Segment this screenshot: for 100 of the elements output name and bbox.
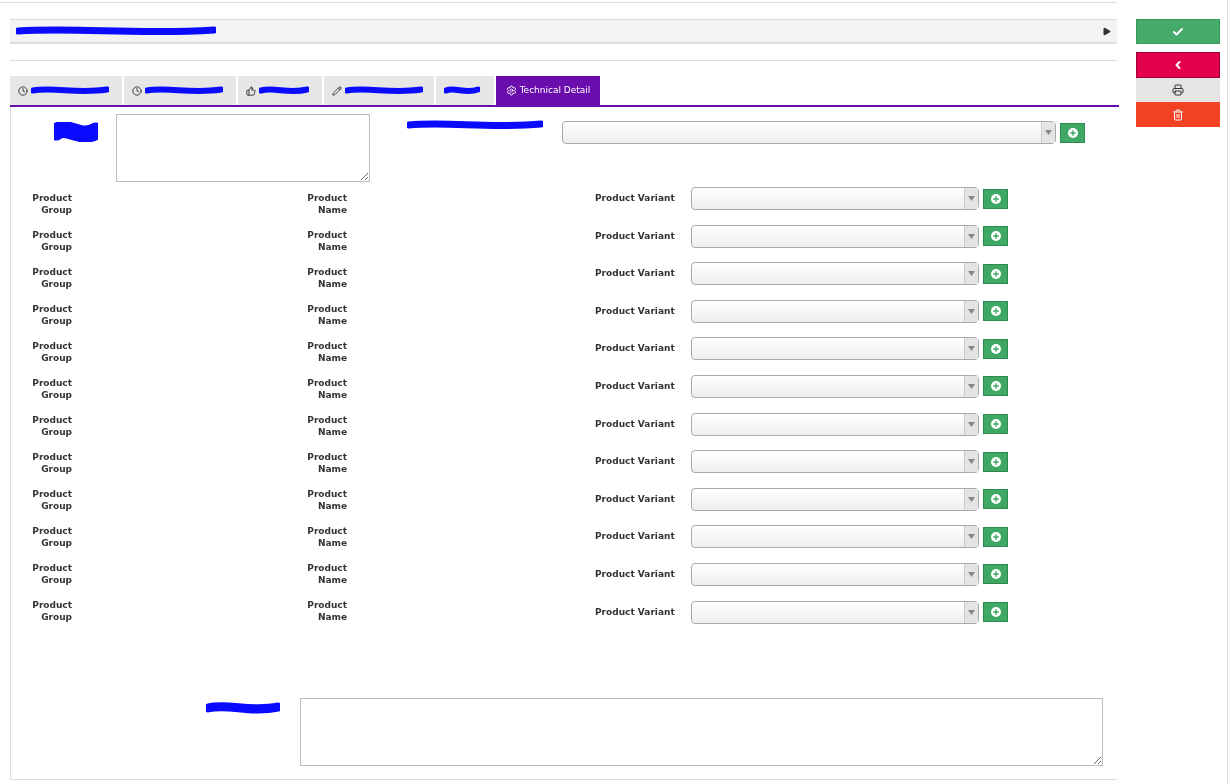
product-name-label: Product Name (307, 266, 347, 290)
tab[interactable]: Technical Detail (496, 76, 600, 105)
clock-icon (132, 85, 142, 96)
product-variant-label: Product Variant (595, 530, 676, 543)
dropdown-field[interactable] (691, 412, 979, 436)
product-group-label: Product Group (32, 303, 72, 327)
caret-icon (968, 196, 975, 201)
product-variant-label: Product Variant (595, 342, 676, 355)
plus-icon (990, 569, 1001, 580)
product-name-label: Product Name (307, 303, 347, 327)
clock-icon (18, 85, 28, 96)
plus-icon (1067, 127, 1078, 138)
product-group-label: Product Group (32, 451, 72, 475)
product-group-label: Product Group (32, 525, 72, 549)
add-button[interactable] (983, 602, 1008, 623)
product-name-label: Product Name (307, 377, 347, 401)
dropdown-field[interactable] (691, 224, 979, 248)
plus-icon (990, 456, 1001, 467)
product-group-label: Product Group (32, 414, 72, 438)
caret-icon (968, 496, 975, 502)
product-variant-label: Product Variant (595, 492, 676, 505)
dropdown-field[interactable] (691, 600, 979, 624)
product-name-label: Product Name (307, 340, 347, 364)
product-group-label: Product Group (32, 562, 72, 586)
plus-icon (990, 419, 1001, 430)
caret-icon (968, 534, 975, 540)
product-group-label: Product Group (32, 377, 72, 401)
thumbs-up-icon (246, 85, 256, 96)
plus-icon (990, 193, 1001, 204)
product-group-label: Product Group (32, 488, 72, 512)
section-header-bar[interactable] (10, 19, 1117, 44)
add-button[interactable] (983, 188, 1008, 209)
pencil-icon (332, 85, 342, 96)
redaction-scribble (444, 86, 480, 95)
dropdown-field[interactable] (691, 262, 979, 286)
caret-icon (1045, 130, 1052, 135)
check-icon (1172, 25, 1184, 38)
caret-icon (968, 421, 975, 427)
dropdown-field[interactable] (562, 121, 1056, 144)
add-button[interactable] (983, 226, 1008, 247)
add-button[interactable] (983, 564, 1008, 585)
product-variant-label: Product Variant (595, 304, 676, 317)
plus-icon (990, 306, 1001, 317)
product-group-label: Product Group (32, 266, 72, 290)
product-group-label: Product Group (32, 599, 72, 623)
dropdown-field[interactable] (691, 450, 979, 474)
add-button[interactable] (983, 489, 1008, 510)
dropdown-field[interactable] (691, 487, 979, 511)
dropdown-field[interactable] (691, 562, 979, 586)
caret-icon (968, 233, 975, 239)
product-variant-label: Product Variant (595, 267, 676, 280)
product-group-label: Product Group (32, 229, 72, 253)
dropdown-field[interactable] (691, 525, 979, 549)
product-variant-label: Product Variant (595, 417, 676, 430)
product-name-label: Product Name (307, 414, 347, 438)
plus-icon (990, 494, 1001, 505)
tab[interactable] (324, 76, 434, 105)
caret-icon (968, 571, 975, 577)
product-name-label: Product Name (307, 229, 347, 253)
product-name-label: Product Name (307, 599, 347, 623)
product-variant-label: Product Variant (595, 229, 676, 242)
caret-icon (968, 308, 975, 314)
product-group-label: Product Group (32, 340, 72, 364)
product-variant-label: Product Variant (595, 605, 676, 618)
dropdown-field[interactable] (691, 187, 979, 210)
product-name-label: Product Name (307, 192, 347, 216)
redaction-scribble (259, 86, 309, 95)
dropdown-field[interactable] (691, 299, 979, 323)
product-name-label: Product Name (307, 525, 347, 549)
plus-icon (990, 343, 1001, 354)
print-button[interactable] (1136, 78, 1220, 102)
add-button[interactable] (983, 376, 1008, 397)
add-button[interactable] (983, 301, 1008, 322)
add-button[interactable] (983, 451, 1008, 472)
plus-icon (990, 531, 1001, 542)
tab[interactable] (10, 76, 122, 105)
add-button[interactable] (983, 414, 1008, 435)
tab[interactable] (436, 76, 494, 105)
caret-icon (968, 271, 975, 277)
product-name-label: Product Name (307, 488, 347, 512)
caret-icon (968, 383, 975, 389)
add-button[interactable] (1060, 122, 1085, 143)
plus-icon (990, 268, 1001, 279)
redaction-scribble (54, 122, 98, 142)
product-variant-label: Product Variant (595, 455, 676, 468)
product-variant-label: Product Variant (595, 567, 676, 580)
add-button[interactable] (983, 338, 1008, 359)
dropdown-field[interactable] (691, 337, 979, 361)
product-group-label: Product Group (32, 192, 72, 216)
dropdown-field[interactable] (691, 374, 979, 398)
gear-icon (505, 85, 517, 96)
print-icon (1172, 84, 1184, 96)
add-button[interactable] (983, 526, 1008, 547)
delete-icon (1172, 108, 1184, 121)
tab[interactable] (124, 76, 236, 105)
product-name-label: Product Name (307, 562, 347, 586)
product-variant-label: Product Variant (595, 379, 676, 392)
tab[interactable] (238, 76, 322, 105)
caret-icon (968, 459, 975, 465)
add-button[interactable] (983, 263, 1008, 284)
